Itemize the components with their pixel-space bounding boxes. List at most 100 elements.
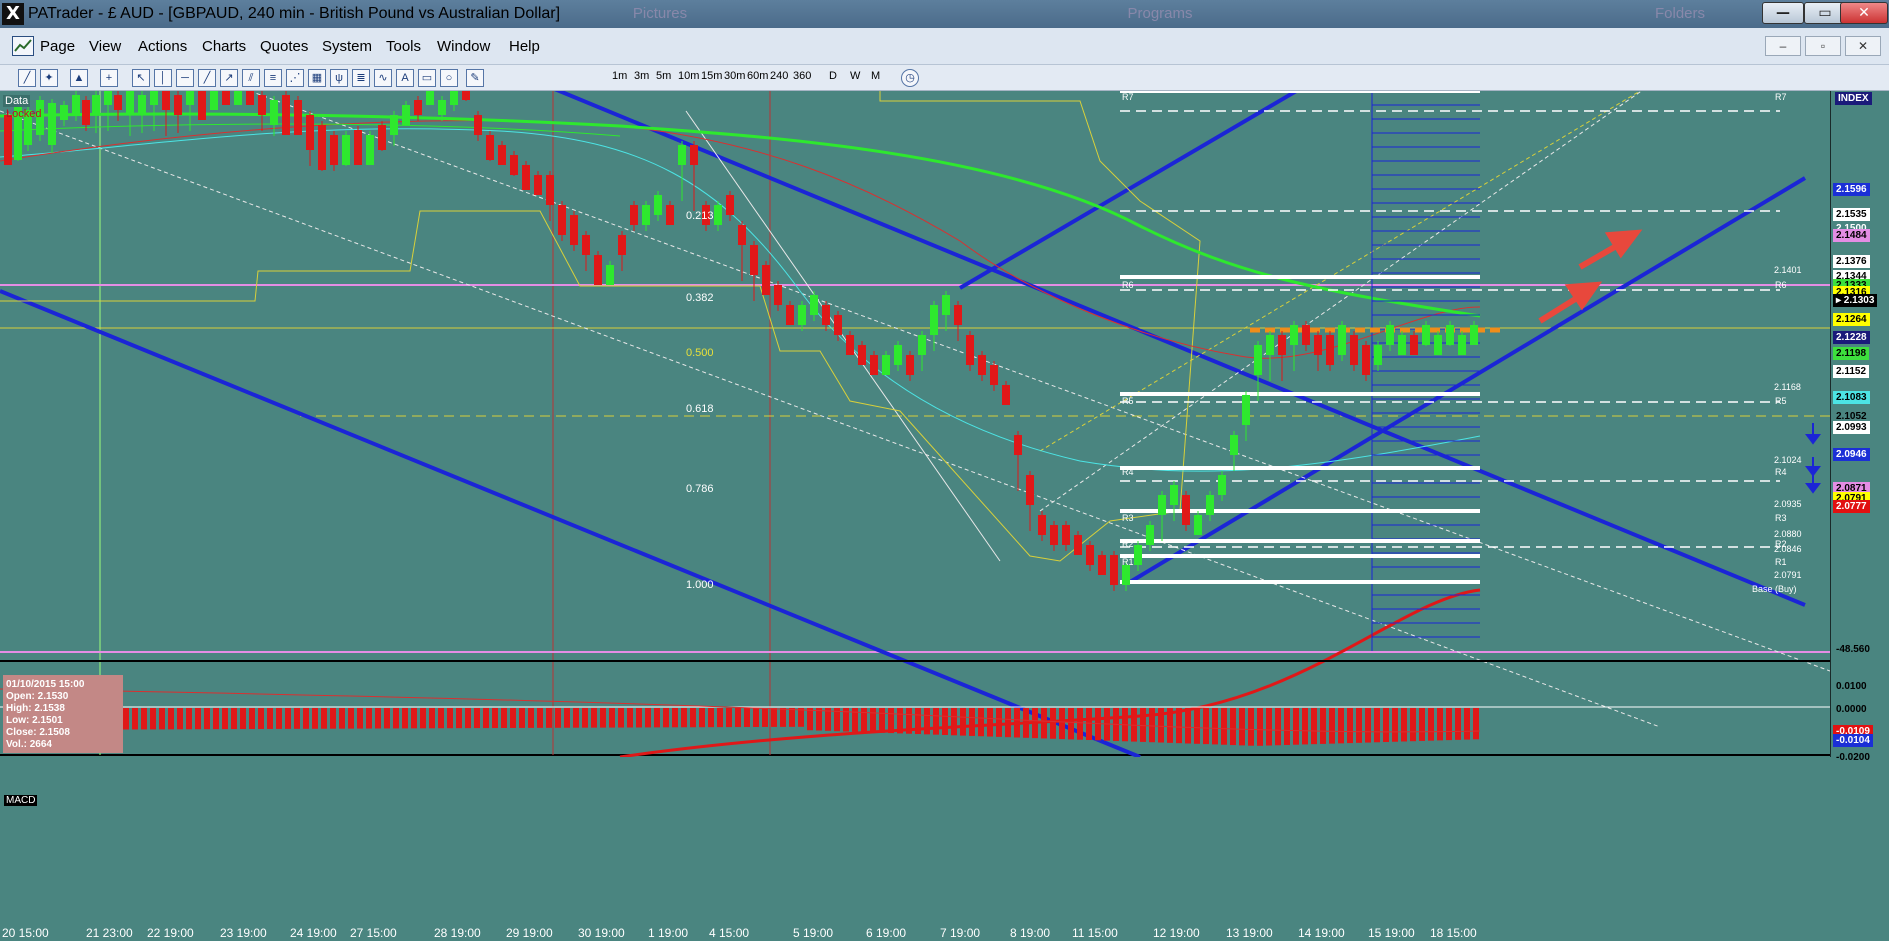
candle-body <box>978 355 986 375</box>
macd-bar <box>384 708 390 729</box>
macd-bar <box>1392 708 1398 742</box>
macd-bar <box>996 708 1002 737</box>
timeframe-1m[interactable]: 1m <box>612 70 627 82</box>
ray-icon[interactable]: ↗ <box>220 69 238 87</box>
crosshair-icon[interactable]: + <box>100 69 118 87</box>
pitchfork-icon[interactable]: ψ <box>330 69 348 87</box>
price-label: 2.1535 <box>1833 208 1870 221</box>
menu-system[interactable]: System <box>322 38 372 55</box>
menu-actions[interactable]: Actions <box>138 38 187 55</box>
pivot-icon[interactable]: ≣ <box>352 69 370 87</box>
macd-bar <box>573 708 579 728</box>
macd-bar <box>555 708 561 728</box>
trendline-icon[interactable]: ╱ <box>198 69 216 87</box>
price-chart[interactable]: 0.213 0.382 0.500 0.618 0.786 1.000 R7 R7 R6 R6 R… <box>0 91 1830 806</box>
timeframe-15m[interactable]: 15m <box>701 70 722 82</box>
cursor-icon[interactable]: ↖ <box>132 69 150 87</box>
price-axis[interactable]: INDEX 2.15962.15352.15002.14842.13762.13… <box>1830 91 1889 764</box>
macd-bar <box>915 708 921 735</box>
vertical-line-icon[interactable]: │ <box>154 69 172 87</box>
fib-fan-icon[interactable]: ⋰ <box>286 69 304 87</box>
text-tool-icon[interactable]: A <box>396 69 414 87</box>
date-label: 20 15:00 <box>2 926 49 940</box>
clock-icon[interactable]: ◷ <box>901 69 919 87</box>
timeframe-60m[interactable]: 60m <box>747 70 768 82</box>
macd-bar <box>942 708 948 735</box>
macd-bar <box>1005 708 1011 738</box>
pivot-label: R1 <box>1122 557 1134 567</box>
menu-window[interactable]: Window <box>437 38 490 55</box>
menu-view[interactable]: View <box>89 38 121 55</box>
pencil-icon[interactable]: ✎ <box>466 69 484 87</box>
period-daily[interactable]: D <box>829 70 837 82</box>
window-close-button[interactable]: ✕ <box>1840 2 1888 24</box>
rectangle-icon[interactable]: ▭ <box>418 69 436 87</box>
chart-type-icon[interactable]: ▲ <box>70 69 88 87</box>
chart-window-icon[interactable] <box>12 36 34 56</box>
date-label: 1 19:00 <box>648 926 689 940</box>
candle-body <box>366 135 374 165</box>
candle-body <box>1374 345 1382 365</box>
candle-body <box>1170 485 1178 505</box>
menu-page[interactable]: Page <box>40 38 75 55</box>
channel-icon[interactable]: ⫽ <box>242 69 260 87</box>
fib-level-label: 0.382 <box>686 292 714 304</box>
macd-bar <box>1437 708 1443 741</box>
macd-bar <box>1338 708 1344 744</box>
pivot-value: 2.1168 <box>1774 382 1801 392</box>
macd-bar <box>1239 708 1245 746</box>
title-bar: X PATrader - £ AUD - [GBPAUD, 240 min - … <box>0 0 1889 28</box>
macd-bar <box>501 708 507 728</box>
background-tab-programs[interactable]: Programs <box>1080 2 1240 26</box>
fib-level-label: 1.000 <box>686 579 714 591</box>
candle-body <box>1326 335 1334 365</box>
fibonacci-icon[interactable]: ≡ <box>264 69 282 87</box>
candle-body <box>798 305 806 325</box>
period-weekly[interactable]: W <box>850 70 860 82</box>
window-minimize-button[interactable]: — <box>1762 2 1804 24</box>
timeframe-360[interactable]: 360 <box>793 70 811 82</box>
macd-bar <box>645 708 651 728</box>
macd-bar <box>330 708 336 729</box>
candle-body <box>426 91 434 105</box>
candle-body <box>822 305 830 325</box>
timeframe-30m[interactable]: 30m <box>724 70 745 82</box>
mdi-minimize-button[interactable]: – <box>1765 36 1801 56</box>
candle-body <box>558 205 566 235</box>
ellipse-icon[interactable]: ○ <box>440 69 458 87</box>
macd-bar <box>546 708 552 728</box>
candle-body <box>714 205 722 225</box>
macd-bar <box>483 708 489 729</box>
macd-bar <box>609 708 615 728</box>
menu-charts[interactable]: Charts <box>202 38 246 55</box>
gann-icon[interactable]: ▦ <box>308 69 326 87</box>
candle-body <box>870 355 878 375</box>
marker-tool-icon[interactable]: ✦ <box>40 69 58 87</box>
mdi-restore-button[interactable]: ▫ <box>1805 36 1841 56</box>
menu-help[interactable]: Help <box>509 38 540 55</box>
pivot-label: Base (Buy) <box>1752 584 1797 594</box>
macd-bar <box>969 708 975 736</box>
background-tab-folders[interactable]: Folders <box>1600 2 1760 26</box>
background-tab-pictures[interactable]: Pictures <box>580 2 740 26</box>
horizontal-line-icon[interactable]: ─ <box>176 69 194 87</box>
timeframe-3m[interactable]: 3m <box>634 70 649 82</box>
macd-bar <box>123 708 129 730</box>
menu-quotes[interactable]: Quotes <box>260 38 308 55</box>
cycle-icon[interactable]: ∿ <box>374 69 392 87</box>
timeframe-10m[interactable]: 10m <box>678 70 699 82</box>
pivot-value: 2.1024 <box>1774 455 1802 465</box>
line-tool-icon[interactable]: ╱ <box>18 69 36 87</box>
period-monthly[interactable]: M <box>871 70 880 82</box>
timeframe-240[interactable]: 240 <box>770 70 788 82</box>
macd-bar <box>474 708 480 729</box>
timeframe-5m[interactable]: 5m <box>656 70 671 82</box>
candle-body <box>522 165 530 190</box>
candle-body <box>48 103 56 145</box>
menu-tools[interactable]: Tools <box>386 38 421 55</box>
mdi-close-button[interactable]: ✕ <box>1845 36 1881 56</box>
pivot-label: R5 <box>1122 396 1134 406</box>
price-label: 2.0777 <box>1833 500 1870 513</box>
macd-bar <box>1320 708 1326 744</box>
date-label: 11 15:00 <box>1072 926 1118 940</box>
